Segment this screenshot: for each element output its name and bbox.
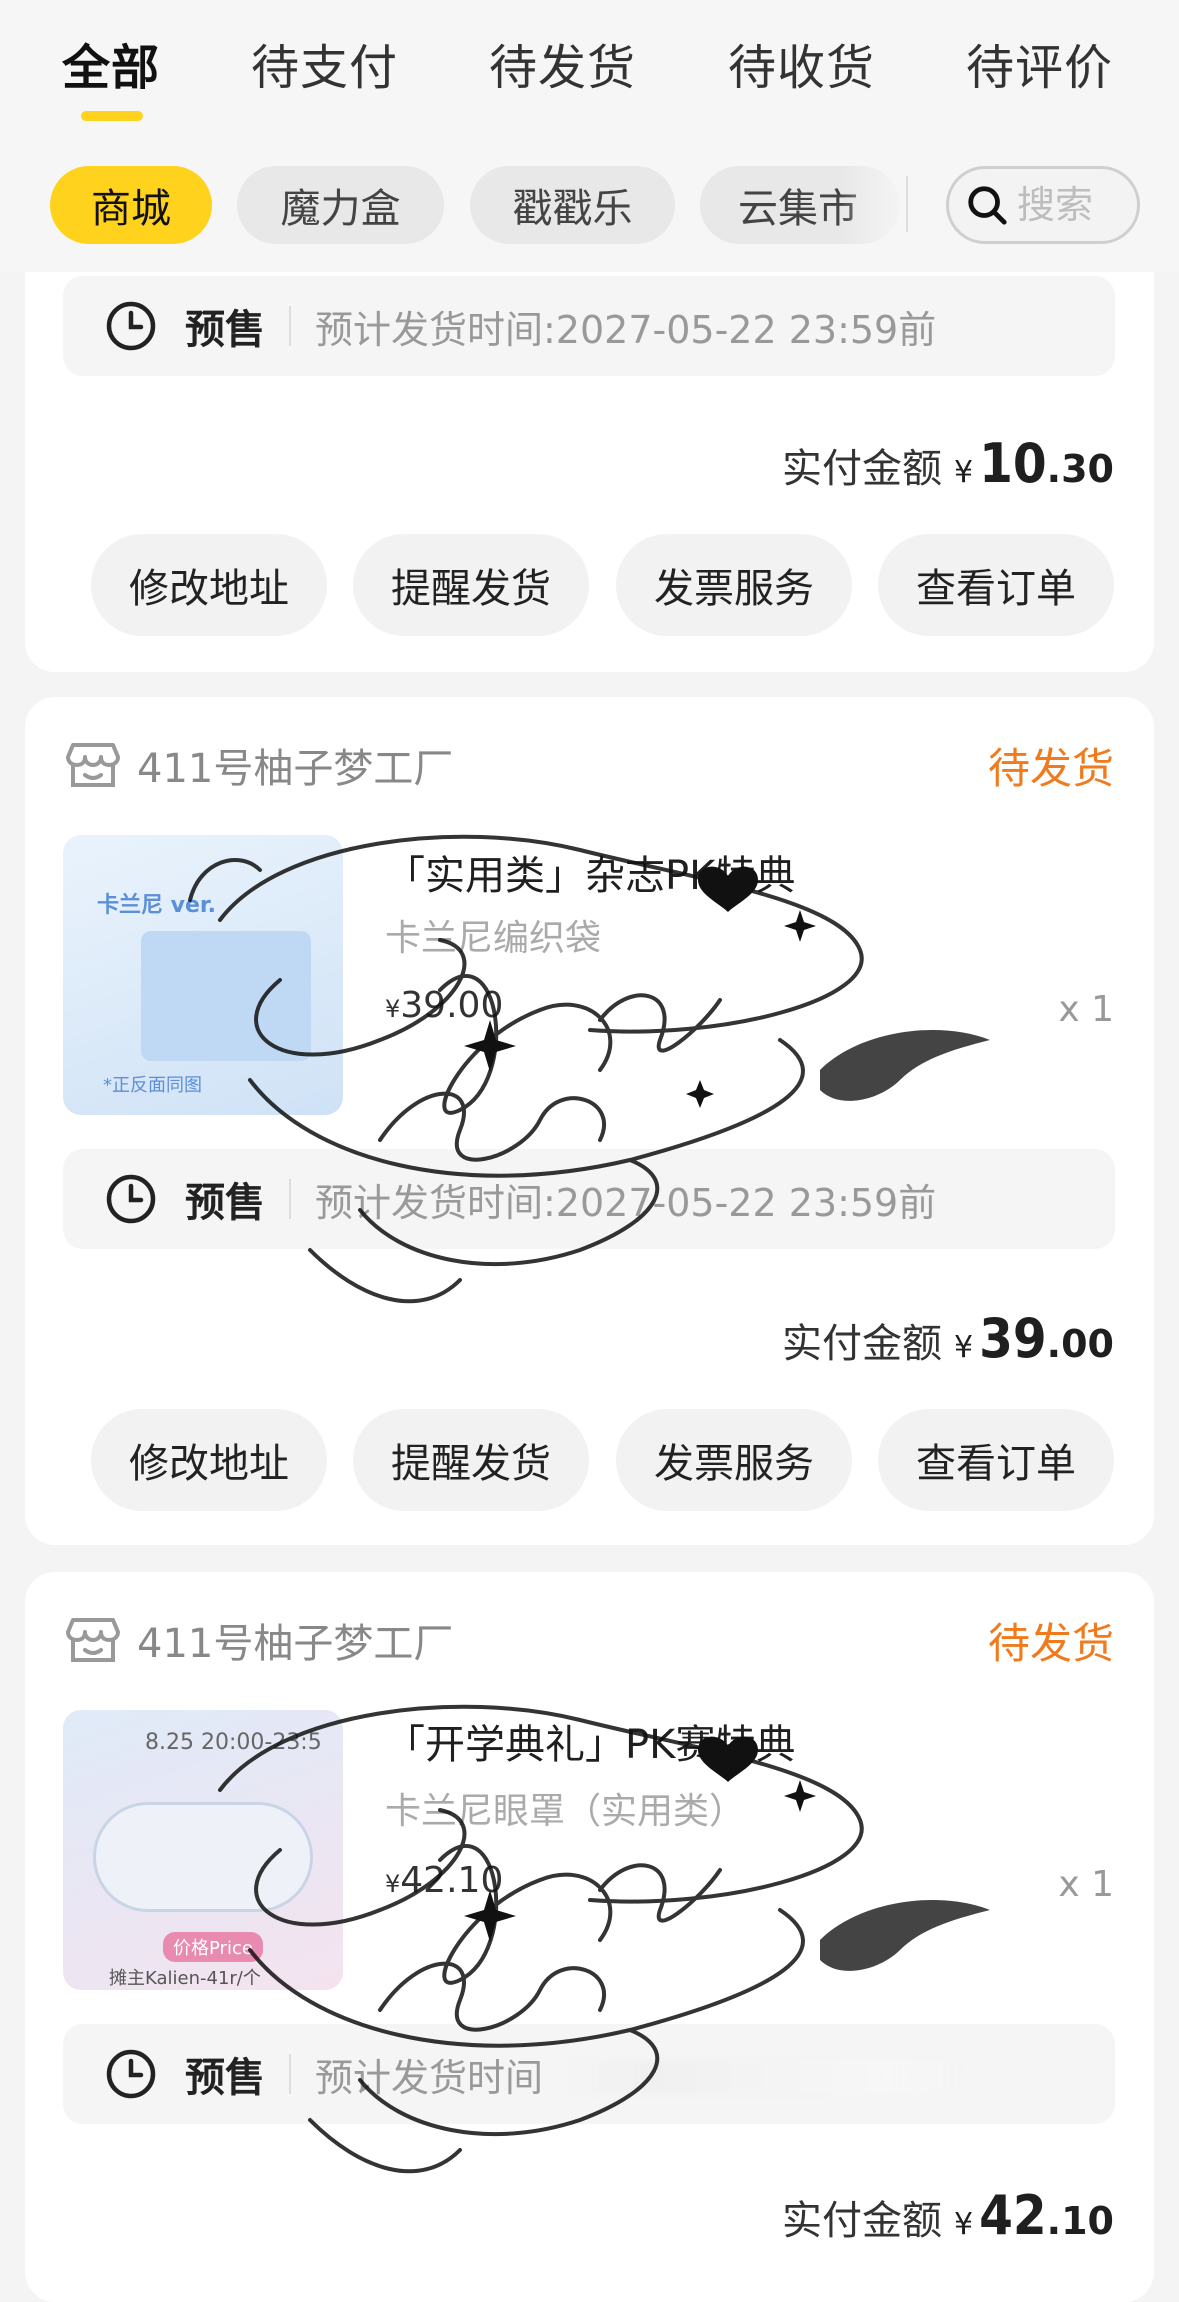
product-thumbnail[interactable]: 8.25 20:00-23:5 价格Price 摊主Kalien-41r/个 bbox=[63, 1710, 343, 1990]
filter-chip-magic-box[interactable]: 魔力盒 bbox=[237, 166, 444, 244]
clock-icon bbox=[106, 1174, 156, 1224]
product-quantity: x 1 bbox=[1058, 989, 1114, 1030]
divider bbox=[289, 1179, 291, 1219]
amount-integer: 42 bbox=[979, 2184, 1047, 2247]
tab-pending-shipment[interactable]: 待发货 bbox=[489, 28, 636, 98]
amount-decimal: .10 bbox=[1046, 2199, 1114, 2243]
view-order-button[interactable]: 查看订单 bbox=[878, 534, 1114, 636]
tab-pending-receipt[interactable]: 待收货 bbox=[728, 28, 875, 98]
shop-name: 411号柚子梦工厂 bbox=[137, 746, 454, 792]
presale-label: 预售 bbox=[185, 1180, 265, 1226]
ship-time-text: 预计发货时间 bbox=[315, 2055, 544, 2100]
eye-mask-illustration bbox=[93, 1802, 313, 1912]
currency-symbol: ¥ bbox=[953, 2207, 974, 2242]
product-price: 39.00 bbox=[400, 985, 504, 1026]
paid-amount: 实付金额 ¥ 10 .30 bbox=[782, 432, 1114, 495]
invoice-service-button[interactable]: 发票服务 bbox=[616, 534, 852, 636]
change-address-button[interactable]: 修改地址 bbox=[91, 534, 327, 636]
product-title[interactable]: 「开学典礼」PK赛特典 bbox=[385, 1712, 795, 1770]
category-filter-bar: 商城 魔力盒 戳戳乐 云集市 bbox=[0, 150, 1179, 272]
shop-row[interactable]: 411号柚子梦工厂 bbox=[65, 1610, 453, 1670]
search-icon bbox=[968, 186, 1007, 225]
amount-decimal: .00 bbox=[1046, 1322, 1114, 1366]
redacted-region bbox=[565, 2060, 965, 2094]
paid-amount: 实付金额 ¥ 39 .00 bbox=[782, 1307, 1114, 1370]
thumb-footer: 摊主Kalien-41r/个 bbox=[109, 1968, 261, 1989]
presale-bar: 预售 预计发货时间:2027-05-22 23:59前 bbox=[63, 276, 1115, 376]
amount-integer: 39 bbox=[979, 1307, 1047, 1370]
price-currency: ¥ bbox=[385, 995, 401, 1023]
order-tabs: 全部 待支付 待发货 待收货 待评价 bbox=[0, 0, 1179, 150]
store-icon bbox=[66, 1618, 120, 1662]
product-quantity: x 1 bbox=[1058, 1864, 1114, 1905]
filter-divider bbox=[906, 176, 908, 232]
product-thumbnail[interactable]: 卡兰尼 ver. *正反面同图 bbox=[63, 835, 343, 1115]
ship-time-text: 预计发货时间:2027-05-22 23:59前 bbox=[315, 307, 937, 352]
paid-label: 实付金额 bbox=[781, 1321, 942, 1367]
paid-label: 实付金额 bbox=[781, 446, 942, 492]
product-price: 42.10 bbox=[400, 1860, 504, 1901]
clock-icon bbox=[106, 2049, 156, 2099]
thumb-label: 卡兰尼 ver. bbox=[97, 893, 216, 918]
presale-label: 预售 bbox=[185, 2055, 265, 2101]
clock-icon bbox=[106, 301, 156, 351]
tab-pending-payment[interactable]: 待支付 bbox=[251, 28, 398, 98]
thumb-label: 8.25 20:00-23:5 bbox=[145, 1730, 322, 1755]
change-address-button[interactable]: 修改地址 bbox=[91, 1409, 327, 1511]
tab-pending-review[interactable]: 待评价 bbox=[966, 28, 1113, 98]
presale-label: 预售 bbox=[185, 307, 265, 353]
divider bbox=[289, 306, 291, 346]
amount-decimal: .30 bbox=[1046, 447, 1114, 491]
product-variant: 卡兰尼眼罩（实用类） bbox=[385, 1791, 746, 1832]
invoice-service-button[interactable]: 发票服务 bbox=[616, 1409, 852, 1511]
chip-scroll-fade bbox=[840, 164, 910, 246]
search-box[interactable] bbox=[946, 166, 1140, 244]
store-icon bbox=[66, 743, 120, 787]
order-card: 预售 预计发货时间:2027-05-22 23:59前 实付金额 ¥ 10 .3… bbox=[25, 272, 1154, 672]
presale-bar: 预售 预计发货时间:2027-05-22 23:59前 bbox=[63, 1149, 1115, 1249]
price-currency: ¥ bbox=[385, 1870, 401, 1898]
order-card: 411号柚子梦工厂 待发货 8.25 20:00-23:5 价格Price 摊主… bbox=[25, 1572, 1154, 2302]
view-order-button[interactable]: 查看订单 bbox=[878, 1409, 1114, 1511]
order-status: 待发货 bbox=[987, 744, 1114, 793]
product-variant: 卡兰尼编织袋 bbox=[385, 918, 602, 959]
product-title[interactable]: 「实用类」杂志PK特典 bbox=[385, 843, 795, 901]
order-card: 411号柚子梦工厂 待发货 卡兰尼 ver. *正反面同图 「实用类」杂志PK特… bbox=[25, 697, 1154, 1545]
thumb-note: 价格Price bbox=[163, 1932, 263, 1962]
tab-all[interactable]: 全部 bbox=[62, 28, 160, 98]
paid-amount: 实付金额 ¥ 42 .10 bbox=[782, 2184, 1114, 2247]
currency-symbol: ¥ bbox=[953, 455, 974, 490]
filter-chip-mall[interactable]: 商城 bbox=[50, 166, 212, 244]
thumb-note: *正反面同图 bbox=[103, 1075, 202, 1096]
amount-integer: 10 bbox=[979, 432, 1047, 495]
shop-name: 411号柚子梦工厂 bbox=[137, 1621, 454, 1667]
shop-row[interactable]: 411号柚子梦工厂 bbox=[65, 735, 453, 795]
currency-symbol: ¥ bbox=[953, 1330, 974, 1365]
remind-shipment-button[interactable]: 提醒发货 bbox=[353, 534, 589, 636]
divider bbox=[289, 2054, 291, 2094]
ship-time-text: 预计发货时间:2027-05-22 23:59前 bbox=[315, 1180, 937, 1225]
filter-chip-poke[interactable]: 戳戳乐 bbox=[470, 166, 675, 244]
order-status: 待发货 bbox=[987, 1619, 1114, 1668]
cat-illustration bbox=[141, 931, 311, 1061]
paid-label: 实付金额 bbox=[781, 2198, 942, 2244]
search-input[interactable] bbox=[1017, 183, 1137, 227]
remind-shipment-button[interactable]: 提醒发货 bbox=[353, 1409, 589, 1511]
active-tab-indicator bbox=[81, 111, 143, 121]
